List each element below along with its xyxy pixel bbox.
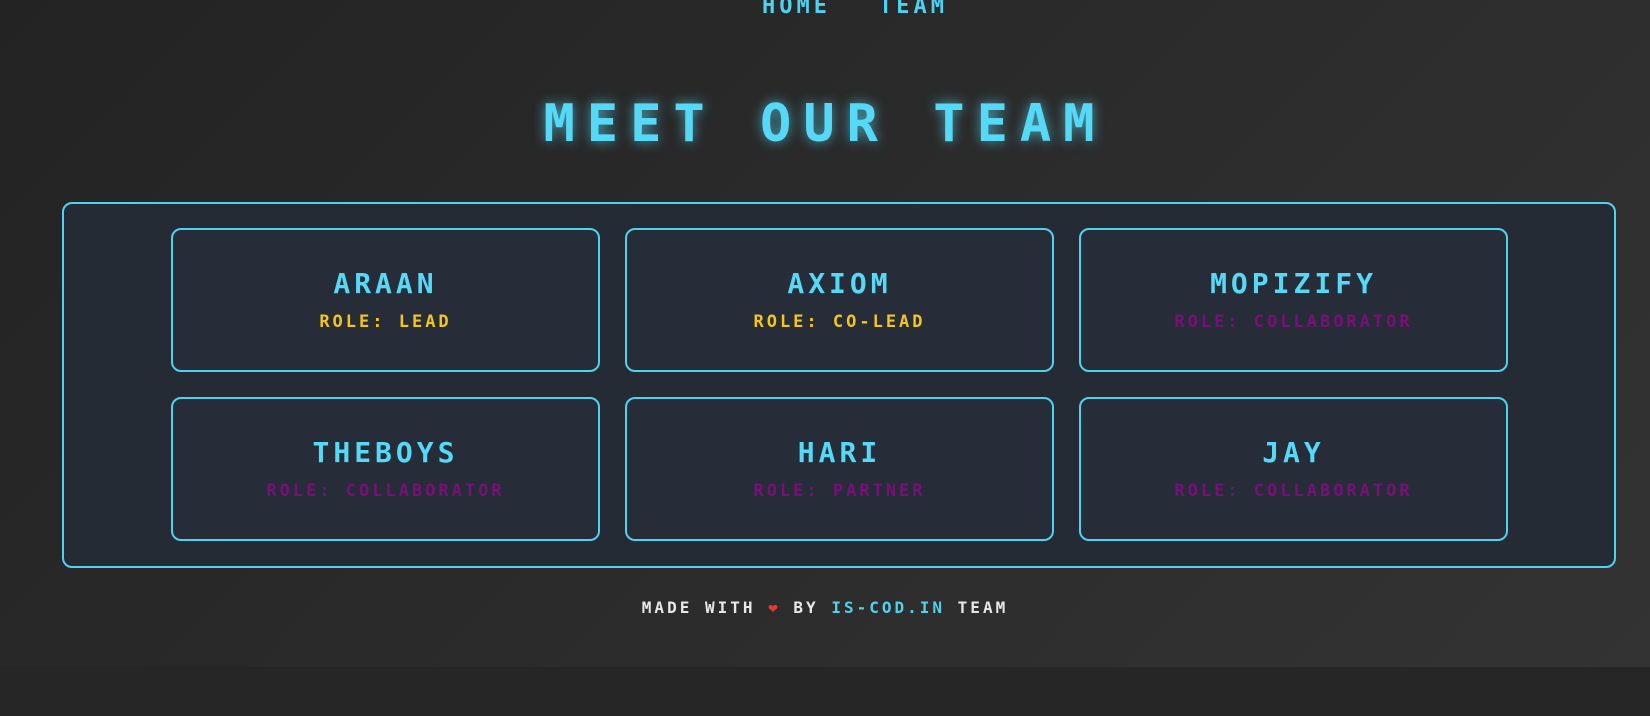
page-title: MEET OUR TEAM [543,94,1107,154]
member-name: JAY [1262,435,1325,469]
nav-link-team[interactable]: TEAM [879,0,948,22]
team-card-theboys: THEBOYS ROLE: COLLABORATOR [171,397,600,541]
team-card-jay: JAY ROLE: COLLABORATOR [1079,397,1508,541]
member-name: THEBOYS [312,435,459,469]
member-role: ROLE: LEAD [319,311,452,332]
member-name: AXIOM [787,266,892,300]
top-nav: HOME TEAM [0,0,1650,22]
footer-suffix: TEAM [957,598,1009,617]
team-card-hari: HARI ROLE: PARTNER [625,397,1054,541]
team-card-araan: ARAAN ROLE: LEAD [171,228,600,372]
heart-icon: ❤ [768,598,781,617]
footer: MADE WITH ❤ BY IS-COD.IN TEAM [0,598,1650,617]
team-grid: ARAAN ROLE: LEAD AXIOM ROLE: CO-LEAD MOP… [171,228,1509,541]
footer-link[interactable]: IS-COD.IN [831,598,945,617]
footer-made-with: MADE WITH [641,598,756,617]
member-role: ROLE: CO-LEAD [753,311,926,332]
member-role: ROLE: PARTNER [753,480,926,501]
team-card-axiom: AXIOM ROLE: CO-LEAD [625,228,1054,372]
member-role: ROLE: COLLABORATOR [1174,311,1413,332]
footer-by: BY [793,598,819,617]
member-name: HARI [797,435,882,469]
page-background: HOME TEAM MEET OUR TEAM ARAAN ROLE: LEAD… [0,0,1650,667]
team-card-mopizify: MOPIZIFY ROLE: COLLABORATOR [1079,228,1508,372]
nav-link-home[interactable]: HOME [762,0,831,22]
member-name: MOPIZIFY [1210,266,1377,300]
member-role: ROLE: COLLABORATOR [266,480,505,501]
member-name: ARAAN [333,266,438,300]
member-role: ROLE: COLLABORATOR [1174,480,1413,501]
